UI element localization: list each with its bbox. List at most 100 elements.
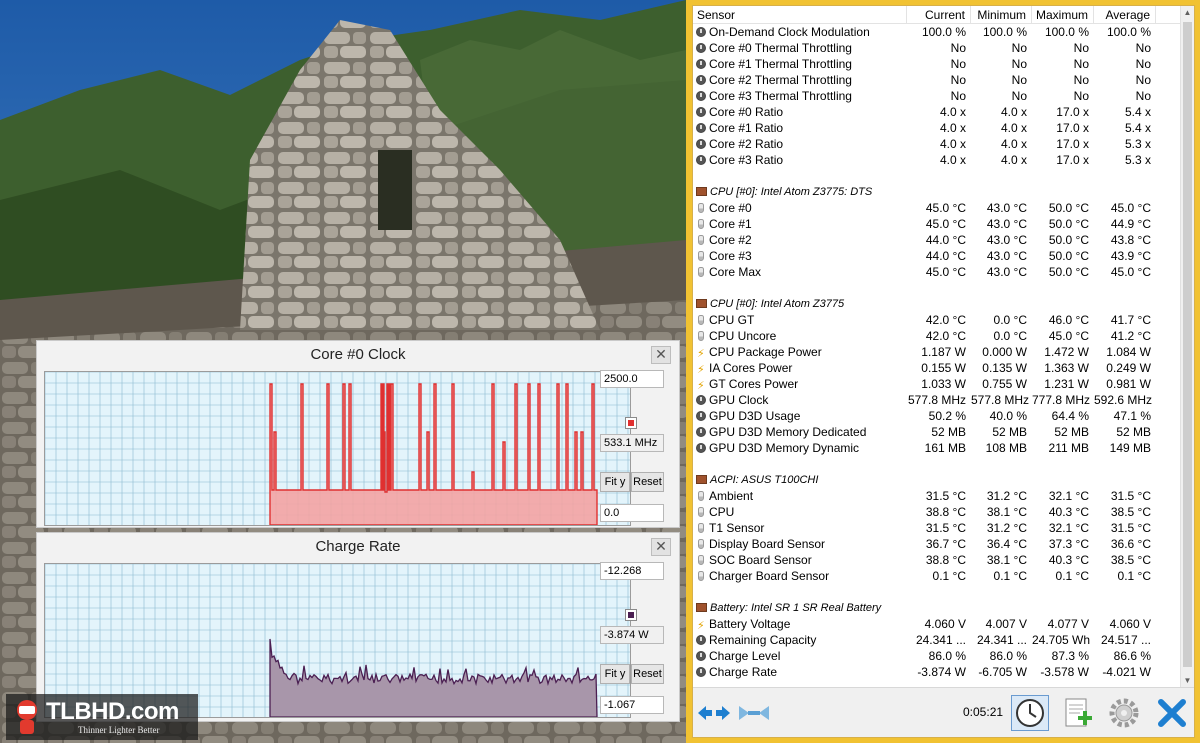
sensor-value-min: 0.755 W bbox=[982, 377, 1027, 391]
graph-color-swatch[interactable] bbox=[625, 417, 637, 429]
graph-max-field[interactable]: 2500.0 bbox=[600, 370, 664, 388]
graph-min-field[interactable]: 0.0 bbox=[600, 504, 664, 522]
reset-button[interactable]: Reset bbox=[631, 472, 664, 492]
settings-button[interactable] bbox=[1105, 695, 1143, 731]
sensor-row[interactable]: Core #2 Ratio 4.0 x 4.0 x 17.0 x 5.3 x bbox=[693, 136, 1180, 152]
fit-y-button[interactable]: Fit y bbox=[600, 664, 630, 684]
sensor-row[interactable]: On-Demand Clock Modulation 100.0 % 100.0 %… bbox=[693, 24, 1180, 40]
sensor-row[interactable]: ⚡ IA Cores Power 0.155 W 0.135 W 1.363 W 0.24… bbox=[693, 360, 1180, 376]
scrollbar-thumb[interactable] bbox=[1183, 22, 1192, 667]
sensor-value-avg: No bbox=[1135, 57, 1151, 71]
sensor-row[interactable]: Core #0 Ratio 4.0 x 4.0 x 17.0 x 5.4 x bbox=[693, 104, 1180, 120]
sensor-name-text: Ambient bbox=[709, 489, 754, 503]
sensor-row[interactable]: Core #0 45.0 °C 43.0 °C 50.0 °C 45.0 °C bbox=[693, 200, 1180, 216]
sensor-row[interactable]: Core #3 44.0 °C 43.0 °C 50.0 °C 43.9 °C bbox=[693, 248, 1180, 264]
scroll-up-arrow-icon[interactable]: ▲ bbox=[1181, 6, 1194, 20]
sensor-row[interactable]: Core #2 Thermal Throttling No No No No bbox=[693, 72, 1180, 88]
sensor-name-text: SOC Board Sensor bbox=[709, 553, 812, 567]
column-header-sensor[interactable]: Sensor bbox=[693, 6, 907, 24]
double-arrow-icon bbox=[698, 706, 730, 720]
sensor-gauge-icon bbox=[696, 667, 706, 677]
fit-y-button[interactable]: Fit y bbox=[600, 472, 630, 492]
sensor-name: ⚡ Battery Voltage bbox=[693, 616, 907, 632]
sensor-row[interactable]: GPU D3D Usage 50.2 % 40.0 % 64.4 % 47.1 % bbox=[693, 408, 1180, 424]
sensor-value-min: 24.341 ... bbox=[976, 633, 1027, 647]
sensor-row[interactable]: Remaining Capacity 24.341 ... 24.341 ... 24… bbox=[693, 632, 1180, 648]
report-button[interactable] bbox=[1058, 695, 1096, 731]
sensor-value-cur: No bbox=[950, 41, 966, 55]
graph-min-field[interactable]: -1.067 bbox=[600, 696, 664, 714]
sensor-row[interactable]: Core Max 45.0 °C 43.0 °C 50.0 °C 45.0 °C bbox=[693, 264, 1180, 280]
sensor-value-avg: 45.0 °C bbox=[1110, 201, 1151, 215]
sensor-row[interactable]: CPU 38.8 °C 38.1 °C 40.3 °C 38.5 °C bbox=[693, 504, 1180, 520]
sensor-row[interactable]: GPU Clock 577.8 MHz 577.8 MHz 777.8 MHz 592.… bbox=[693, 392, 1180, 408]
scroll-down-arrow-icon[interactable]: ▼ bbox=[1181, 674, 1194, 688]
sensor-row[interactable]: Ambient 31.5 °C 31.2 °C 32.1 °C 31.5 °C bbox=[693, 488, 1180, 504]
sensor-row[interactable]: Core #1 Thermal Throttling No No No No bbox=[693, 56, 1180, 72]
sensor-row[interactable]: Charge Rate -3.874 W -6.705 W -3.578 W -4.02… bbox=[693, 664, 1180, 680]
sensor-value-min: 36.4 °C bbox=[986, 537, 1027, 551]
sensor-gauge-icon bbox=[696, 395, 706, 405]
sensor-row[interactable]: SOC Board Sensor 38.8 °C 38.1 °C 40.3 °C 38.… bbox=[693, 552, 1180, 568]
sensor-value-avg: 0.249 W bbox=[1106, 361, 1151, 375]
sensor-value-cur: 24.341 ... bbox=[915, 633, 966, 647]
layout-button[interactable] bbox=[735, 695, 773, 731]
sensor-row[interactable]: ⚡ GT Cores Power 1.033 W 0.755 W 1.231 W 0.98… bbox=[693, 376, 1180, 392]
sensor-row[interactable]: Core #3 Ratio 4.0 x 4.0 x 17.0 x 5.3 x bbox=[693, 152, 1180, 168]
vertical-scrollbar[interactable]: ▲ ▼ bbox=[1180, 6, 1194, 688]
sensor-group-header[interactable]: CPU [#0]: Intel Atom Z3775: DTS bbox=[693, 184, 1180, 200]
sensor-row[interactable]: Core #2 44.0 °C 43.0 °C 50.0 °C 43.8 °C bbox=[693, 232, 1180, 248]
sensor-row[interactable]: CPU GT 42.0 °C 0.0 °C 46.0 °C 41.7 °C bbox=[693, 312, 1180, 328]
column-header-average[interactable]: Average bbox=[1094, 6, 1156, 24]
sensor-value-cur: 577.8 MHz bbox=[907, 393, 966, 407]
sensor-group-header[interactable]: ACPI: ASUS T100CHI bbox=[693, 472, 1180, 488]
sensor-row[interactable]: Display Board Sensor 36.7 °C 36.4 °C 37.3 °… bbox=[693, 536, 1180, 552]
graph-max-field[interactable]: -12.268 bbox=[600, 562, 664, 580]
graph-window-core-clock: Core #0 Clock ✕ 2500.0 533.1 MHz Fit y R… bbox=[36, 340, 680, 528]
sensor-row[interactable]: ⚡ CPU Package Power 1.187 W 0.000 W 1.472 W 1… bbox=[693, 344, 1180, 360]
sensor-row[interactable]: GPU D3D Memory Dynamic 161 MB 108 MB 211 MB… bbox=[693, 440, 1180, 456]
sensor-row[interactable]: Core #1 Ratio 4.0 x 4.0 x 17.0 x 5.4 x bbox=[693, 120, 1180, 136]
sensor-group-header[interactable]: Battery: Intel SR 1 SR Real Battery bbox=[693, 600, 1180, 616]
sensor-row[interactable]: CPU Uncore 42.0 °C 0.0 °C 45.0 °C 41.2 °C bbox=[693, 328, 1180, 344]
lightning-icon: ⚡ bbox=[697, 364, 705, 376]
sensor-value-max: 40.3 °C bbox=[1048, 505, 1089, 519]
sensor-row[interactable]: Core #3 Thermal Throttling No No No No bbox=[693, 88, 1180, 104]
sensor-name: Charge Rate bbox=[693, 664, 907, 680]
column-header-minimum[interactable]: Minimum bbox=[971, 6, 1032, 24]
chip-icon bbox=[696, 475, 707, 484]
sensor-name-text: CPU [#0]: Intel Atom Z3775: DTS bbox=[710, 186, 873, 198]
graph-close-icon[interactable]: ✕ bbox=[651, 346, 671, 364]
sensor-gauge-icon bbox=[696, 443, 706, 453]
sensor-value-max: No bbox=[1073, 73, 1089, 87]
sensor-value-min: 43.0 °C bbox=[986, 201, 1027, 215]
sensor-value-avg: 31.5 °C bbox=[1110, 489, 1151, 503]
sensor-row[interactable]: T1 Sensor 31.5 °C 31.2 °C 32.1 °C 31.5 °C bbox=[693, 520, 1180, 536]
sensor-value-avg: 4.060 V bbox=[1109, 617, 1151, 631]
sensor-value-cur: -3.874 W bbox=[917, 665, 966, 679]
sensor-row[interactable]: Core #1 45.0 °C 43.0 °C 50.0 °C 44.9 °C bbox=[693, 216, 1180, 232]
thermometer-icon bbox=[698, 507, 704, 517]
sensor-group-header[interactable]: CPU [#0]: Intel Atom Z3775 bbox=[693, 296, 1180, 312]
sensor-name: Core Max bbox=[693, 264, 907, 280]
sensor-name: Core #2 Ratio bbox=[693, 136, 907, 152]
sensor-value-avg: 38.5 °C bbox=[1110, 553, 1151, 567]
sensor-value-cur: 1.187 W bbox=[921, 345, 966, 359]
graph-color-swatch[interactable] bbox=[625, 609, 637, 621]
column-header-maximum[interactable]: Maximum bbox=[1032, 6, 1094, 24]
graph-svg bbox=[44, 371, 630, 526]
sensor-name: T1 Sensor bbox=[693, 520, 907, 536]
sensor-gauge-icon bbox=[696, 635, 706, 645]
graph-close-icon[interactable]: ✕ bbox=[651, 538, 671, 556]
expand-collapse-button[interactable] bbox=[695, 695, 733, 731]
sensor-row[interactable]: GPU D3D Memory Dedicated 52 MB 52 MB 52 MB 5… bbox=[693, 424, 1180, 440]
reset-button[interactable]: Reset bbox=[631, 664, 664, 684]
column-header-current[interactable]: Current bbox=[907, 6, 971, 24]
sensor-row[interactable]: Core #0 Thermal Throttling No No No No bbox=[693, 40, 1180, 56]
close-button[interactable] bbox=[1153, 695, 1191, 731]
timer-button[interactable] bbox=[1011, 695, 1049, 731]
sensor-row[interactable]: ⚡ Battery Voltage 4.060 V 4.007 V 4.077 V 4.0… bbox=[693, 616, 1180, 632]
sensor-name: CPU Uncore bbox=[693, 328, 907, 344]
sensor-row[interactable]: Charger Board Sensor 0.1 °C 0.1 °C 0.1 °C 0.… bbox=[693, 568, 1180, 584]
sensor-row[interactable]: Charge Level 86.0 % 86.0 % 87.3 % 86.6 % bbox=[693, 648, 1180, 664]
